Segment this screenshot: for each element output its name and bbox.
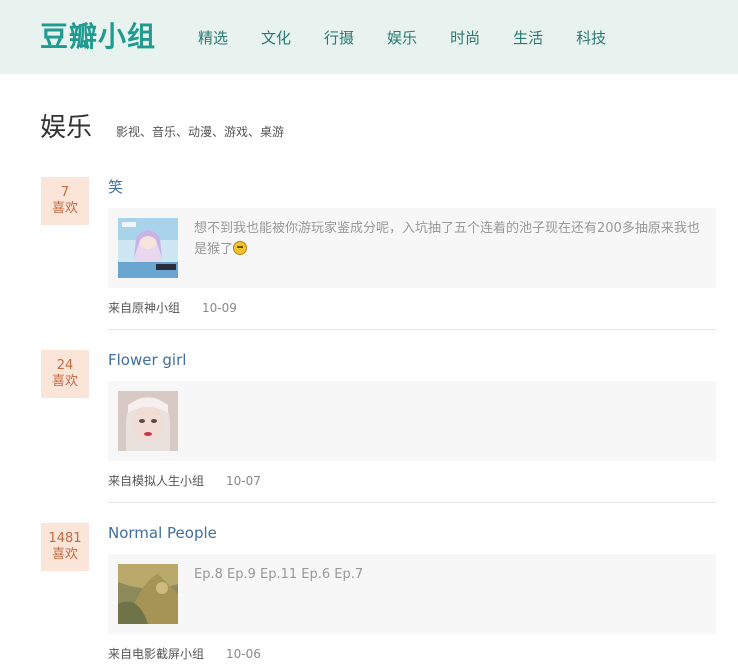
post-title[interactable]: Flower girl xyxy=(108,350,186,370)
nav-item-entertainment[interactable]: 娱乐 xyxy=(387,28,417,48)
likes-label: 喜欢 xyxy=(51,201,78,216)
post-card[interactable]: Ep.8 Ep.9 Ep.11 Ep.6 Ep.7 xyxy=(108,554,716,634)
post-meta: 来自电影截屏小组 10-06 xyxy=(108,646,261,662)
likes-badge: 1481 喜欢 xyxy=(41,523,89,571)
anime-character-image[interactable] xyxy=(118,218,178,278)
post-excerpt: 想不到我也能被你游玩家鉴成分呢，入坑抽了五个连着的池子现在还有200多抽原来我也… xyxy=(194,221,700,257)
category-subtitle: 影视、音乐、动漫、游戏、桌游 xyxy=(116,125,285,139)
post-title[interactable]: 笑 xyxy=(108,177,123,197)
likes-badge: 7 喜欢 xyxy=(41,177,89,225)
post-card[interactable] xyxy=(108,381,716,461)
group-link[interactable]: 来自模拟人生小组 xyxy=(108,474,204,488)
nav-item-tech[interactable]: 科技 xyxy=(576,28,606,48)
divider xyxy=(108,329,716,330)
site-logo[interactable]: 豆瓣小组 xyxy=(40,18,156,56)
post-meta: 来自模拟人生小组 10-07 xyxy=(108,473,261,489)
likes-count: 24 xyxy=(56,358,74,373)
nav-item-featured[interactable]: 精选 xyxy=(198,28,228,48)
portrait-image[interactable] xyxy=(118,391,178,451)
category-title: 娱乐 xyxy=(40,113,93,143)
group-link[interactable]: 来自电影截屏小组 xyxy=(108,647,204,661)
group-link[interactable]: 来自原神小组 xyxy=(108,301,180,315)
post-date: 10-09 xyxy=(202,301,237,315)
post-card[interactable]: 想不到我也能被你游玩家鉴成分呢，入坑抽了五个连着的池子现在还有200多抽原来我也… xyxy=(108,208,716,288)
smiley-emoji-icon xyxy=(233,241,248,255)
top-navigation-bar: 豆瓣小组 精选 文化 行摄 娱乐 时尚 生活 科技 xyxy=(0,0,738,74)
post-meta: 来自原神小组 10-09 xyxy=(108,300,237,316)
post-excerpt: Ep.8 Ep.9 Ep.11 Ep.6 Ep.7 xyxy=(194,567,364,582)
likes-label: 喜欢 xyxy=(51,547,78,562)
post-date: 10-06 xyxy=(226,647,261,661)
likes-count: 1481 xyxy=(48,531,82,546)
likes-label: 喜欢 xyxy=(51,374,78,389)
likes-count: 7 xyxy=(60,185,70,200)
divider xyxy=(108,502,716,503)
film-still-image[interactable] xyxy=(118,564,178,624)
nav-item-life[interactable]: 生活 xyxy=(513,28,543,48)
post-title[interactable]: Normal People xyxy=(108,523,217,543)
likes-badge: 24 喜欢 xyxy=(41,350,89,398)
nav-item-travel[interactable]: 行摄 xyxy=(324,28,354,48)
post-date: 10-07 xyxy=(226,474,261,488)
nav-item-fashion[interactable]: 时尚 xyxy=(450,28,480,48)
main-nav: 精选 文化 行摄 娱乐 时尚 生活 科技 xyxy=(198,28,606,48)
nav-item-culture[interactable]: 文化 xyxy=(261,28,291,48)
